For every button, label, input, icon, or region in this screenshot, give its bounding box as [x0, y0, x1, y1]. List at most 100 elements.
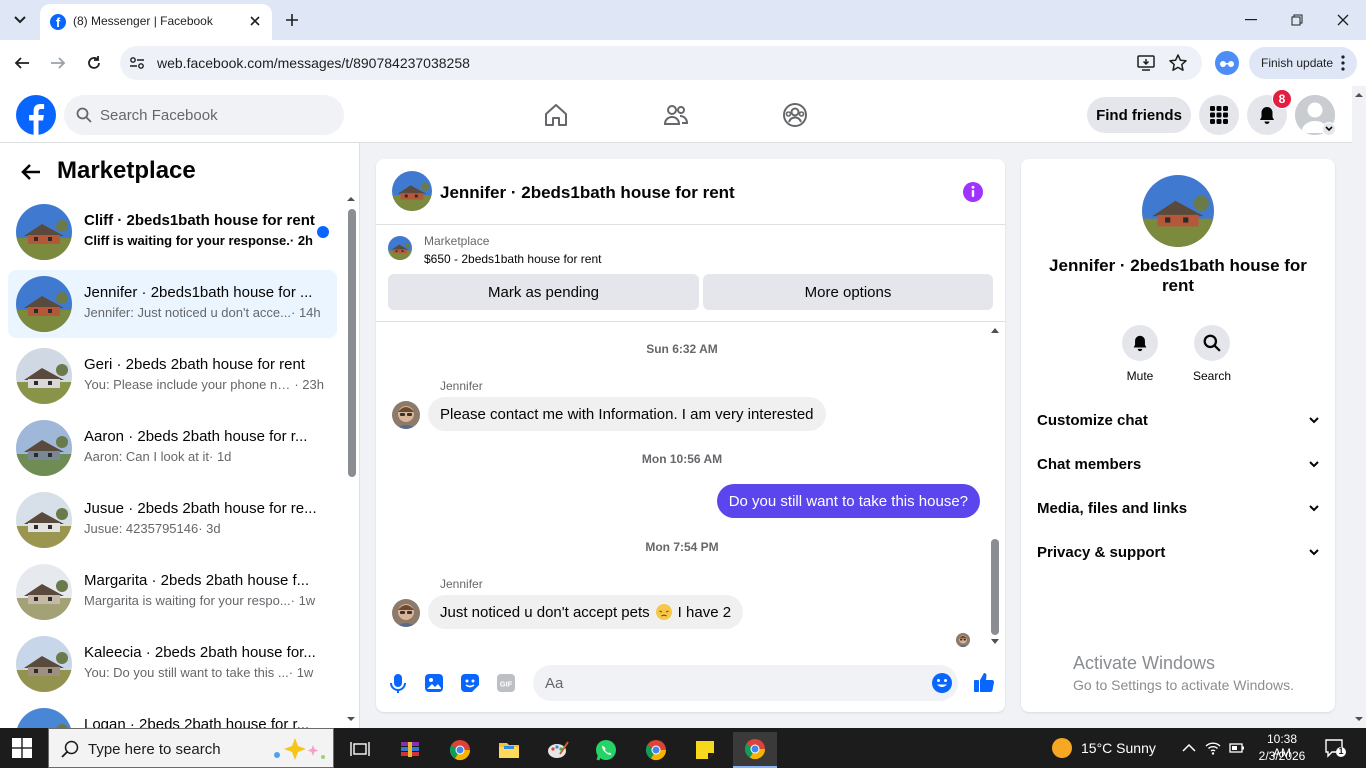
taskbar-app-whatsapp[interactable] — [586, 732, 626, 768]
conversation-item[interactable]: Cliff · 2beds1bath house for rent Cliff i… — [8, 198, 337, 266]
groups-icon[interactable] — [782, 102, 808, 128]
info-icon[interactable] — [962, 181, 984, 203]
unread-indicator — [317, 226, 329, 238]
message-input[interactable] — [545, 665, 915, 701]
scroll-up-arrow-icon[interactable] — [990, 326, 1000, 334]
taskbar-app-sticky-notes[interactable] — [685, 732, 725, 768]
tab-search-button[interactable] — [8, 8, 32, 32]
photo-icon[interactable] — [423, 672, 445, 694]
clock-date[interactable]: 2/3/2026 — [1257, 749, 1307, 763]
forward-button[interactable] — [46, 51, 70, 75]
chevron-up-icon[interactable] — [1181, 740, 1197, 756]
chrome-icon — [449, 740, 471, 761]
menu-button[interactable] — [1199, 95, 1239, 135]
browser-profile-icon[interactable] — [1215, 51, 1239, 75]
conversation-name: Logan · 2beds 2bath house for r... — [84, 716, 310, 728]
facebook-search-box[interactable] — [64, 95, 344, 135]
window-close-button[interactable] — [1333, 10, 1353, 30]
conversation-item[interactable]: Kaleecia · 2beds 2bath house for... You: … — [8, 630, 337, 698]
paint-palette-icon — [548, 741, 569, 758]
conversation-item[interactable]: Aaron · 2beds 2bath house for r... Aaron:… — [8, 414, 337, 482]
chat-members-row[interactable]: Chat members — [1037, 444, 1319, 484]
customize-chat-row[interactable]: Customize chat — [1037, 400, 1319, 440]
privacy-support-row[interactable]: Privacy & support — [1037, 532, 1319, 572]
mark-as-pending-button[interactable]: Mark as pending — [388, 274, 699, 310]
home-icon[interactable] — [543, 102, 569, 128]
chat-title[interactable]: Jennifer · 2beds1bath house for rent — [440, 183, 735, 203]
conversation-item[interactable]: Margarita · 2beds 2bath house f... Margar… — [8, 558, 337, 626]
conversation-item[interactable]: Geri · 2beds 2bath house for rent You: Pl… — [8, 342, 337, 410]
taskbar-search-text[interactable]: Type here to search — [88, 741, 221, 758]
more-options-button[interactable]: More options — [703, 274, 993, 310]
weather-text[interactable]: 15°C Sunny — [1081, 740, 1156, 756]
media-files-links-row[interactable]: Media, files and links — [1037, 488, 1319, 528]
browser-toolbar: web.facebook.com/messages/t/890784237038… — [0, 40, 1366, 86]
folder-icon — [499, 743, 519, 758]
scroll-down-arrow-icon[interactable] — [990, 638, 1000, 646]
taskbar-app-chrome[interactable] — [440, 732, 480, 768]
outgoing-message[interactable]: Do you still want to take this house? — [716, 484, 980, 518]
sender-avatar[interactable] — [392, 599, 420, 627]
site-info-icon[interactable] — [128, 54, 146, 72]
conversation-snippet: You: Do you still want to take this ... … — [84, 665, 324, 680]
chat-list-scroll-thumb[interactable] — [348, 209, 356, 477]
message-input-box[interactable] — [533, 665, 958, 701]
find-friends-button[interactable]: Find friends — [1087, 97, 1191, 133]
message-sender: Jennifer — [440, 577, 483, 591]
conversation-item[interactable]: Jennifer · 2beds1bath house for ... Jenni… — [8, 270, 337, 338]
arrow-left-icon[interactable] — [20, 161, 42, 183]
taskbar-app-file-explorer[interactable] — [489, 732, 529, 768]
install-app-icon[interactable] — [1136, 53, 1156, 73]
emoji-icon[interactable] — [931, 672, 953, 694]
restore-button[interactable] — [1287, 10, 1307, 30]
back-button[interactable] — [10, 51, 34, 75]
sticker-icon[interactable] — [459, 672, 481, 694]
mute-button[interactable] — [1122, 325, 1158, 361]
windows-start-icon[interactable] — [12, 738, 32, 758]
incoming-message[interactable]: Please contact me with Information. I am… — [428, 397, 826, 431]
listing-photo[interactable] — [1142, 175, 1214, 247]
task-view-button[interactable] — [340, 732, 380, 768]
weather-sun-icon[interactable] — [1052, 738, 1072, 758]
taskbar-app-chrome-profile[interactable] — [636, 732, 676, 768]
taskbar-app-winrar[interactable] — [390, 732, 430, 768]
search-conversation-button[interactable] — [1194, 325, 1230, 361]
conversation-item[interactable]: Jusue · 2beds 2bath house for re... Jusue… — [8, 486, 337, 554]
sender-avatar[interactable] — [392, 401, 420, 429]
listing-thumbnail[interactable] — [392, 171, 432, 211]
account-caret[interactable] — [1322, 122, 1336, 136]
listing-thumbnail-small — [388, 236, 412, 260]
listing-price-title[interactable]: $650 - 2beds1bath house for rent — [424, 252, 601, 266]
search-action[interactable]: Search — [1182, 325, 1242, 383]
gif-icon[interactable]: GIF — [495, 672, 517, 694]
thumbs-up-icon[interactable] — [972, 670, 996, 694]
taskbar-app-paint[interactable] — [538, 732, 578, 768]
browser-tab-active[interactable]: f (8) Messenger | Facebook — [40, 4, 272, 40]
conversation-snippet: Aaron: Can I look at it · 1d — [84, 449, 324, 464]
taskbar-app-chrome-active[interactable] — [733, 732, 777, 768]
bookmark-star-icon[interactable] — [1168, 53, 1188, 73]
conversation-item[interactable]: Logan · 2beds 2bath house for r... — [8, 702, 337, 728]
address-bar[interactable]: web.facebook.com/messages/t/890784237038… — [120, 46, 1202, 80]
arrow-left-icon — [14, 57, 29, 69]
minimize-button[interactable] — [1241, 10, 1261, 30]
page-scrollbar[interactable] — [1352, 86, 1366, 728]
tab-close-button[interactable] — [246, 12, 264, 30]
url-text[interactable]: web.facebook.com/messages/t/890784237038… — [157, 55, 470, 71]
network-icon[interactable] — [1205, 740, 1221, 756]
microphone-icon[interactable] — [387, 672, 409, 694]
facebook-logo-icon[interactable] — [16, 95, 56, 135]
mute-action[interactable]: Mute — [1110, 325, 1170, 383]
taskbar-search-box[interactable]: Type here to search — [48, 728, 334, 768]
battery-icon[interactable] — [1229, 740, 1245, 756]
new-tab-button[interactable] — [282, 10, 302, 30]
menu-kebab-icon[interactable] — [1340, 54, 1346, 72]
house-photo-icon — [16, 420, 72, 476]
chat-scroll-thumb[interactable] — [991, 539, 999, 635]
friends-icon[interactable] — [663, 102, 689, 128]
facebook-search-input[interactable] — [100, 95, 330, 135]
reload-button[interactable] — [82, 51, 106, 75]
incoming-message[interactable]: Just noticed u don't accept pets I have … — [428, 595, 744, 629]
chevron-down-icon — [1325, 126, 1333, 132]
notification-center-button[interactable]: 1 — [1324, 738, 1346, 758]
